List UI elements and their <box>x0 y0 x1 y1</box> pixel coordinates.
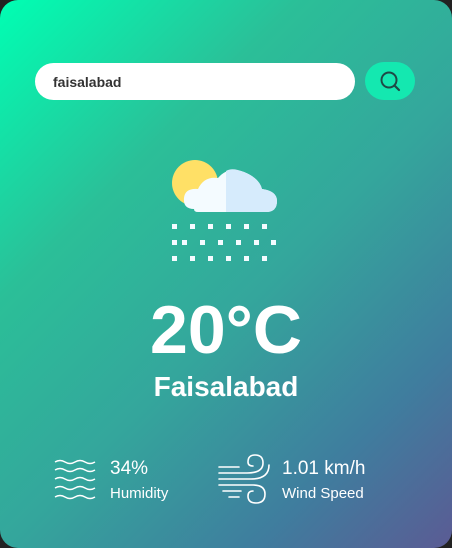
humidity-value: 34% <box>110 458 149 479</box>
wind-icon <box>218 454 270 504</box>
search-button[interactable] <box>365 62 415 100</box>
search-input[interactable] <box>35 63 355 100</box>
search-icon <box>380 71 401 92</box>
city-name: Faisalabad <box>153 371 299 402</box>
humidity-label: Humidity <box>110 485 169 502</box>
wind-speed-value: 1.01 km/h <box>282 458 366 479</box>
temperature: 20°C <box>150 292 302 368</box>
cloud-sun-snow-icon <box>172 160 277 261</box>
weather-card: 20°C Faisalabad 34% Humidity 1.01 km/h W… <box>0 0 452 548</box>
humidity-waves-icon <box>54 459 96 500</box>
wind-speed-label: Wind Speed <box>282 485 364 502</box>
